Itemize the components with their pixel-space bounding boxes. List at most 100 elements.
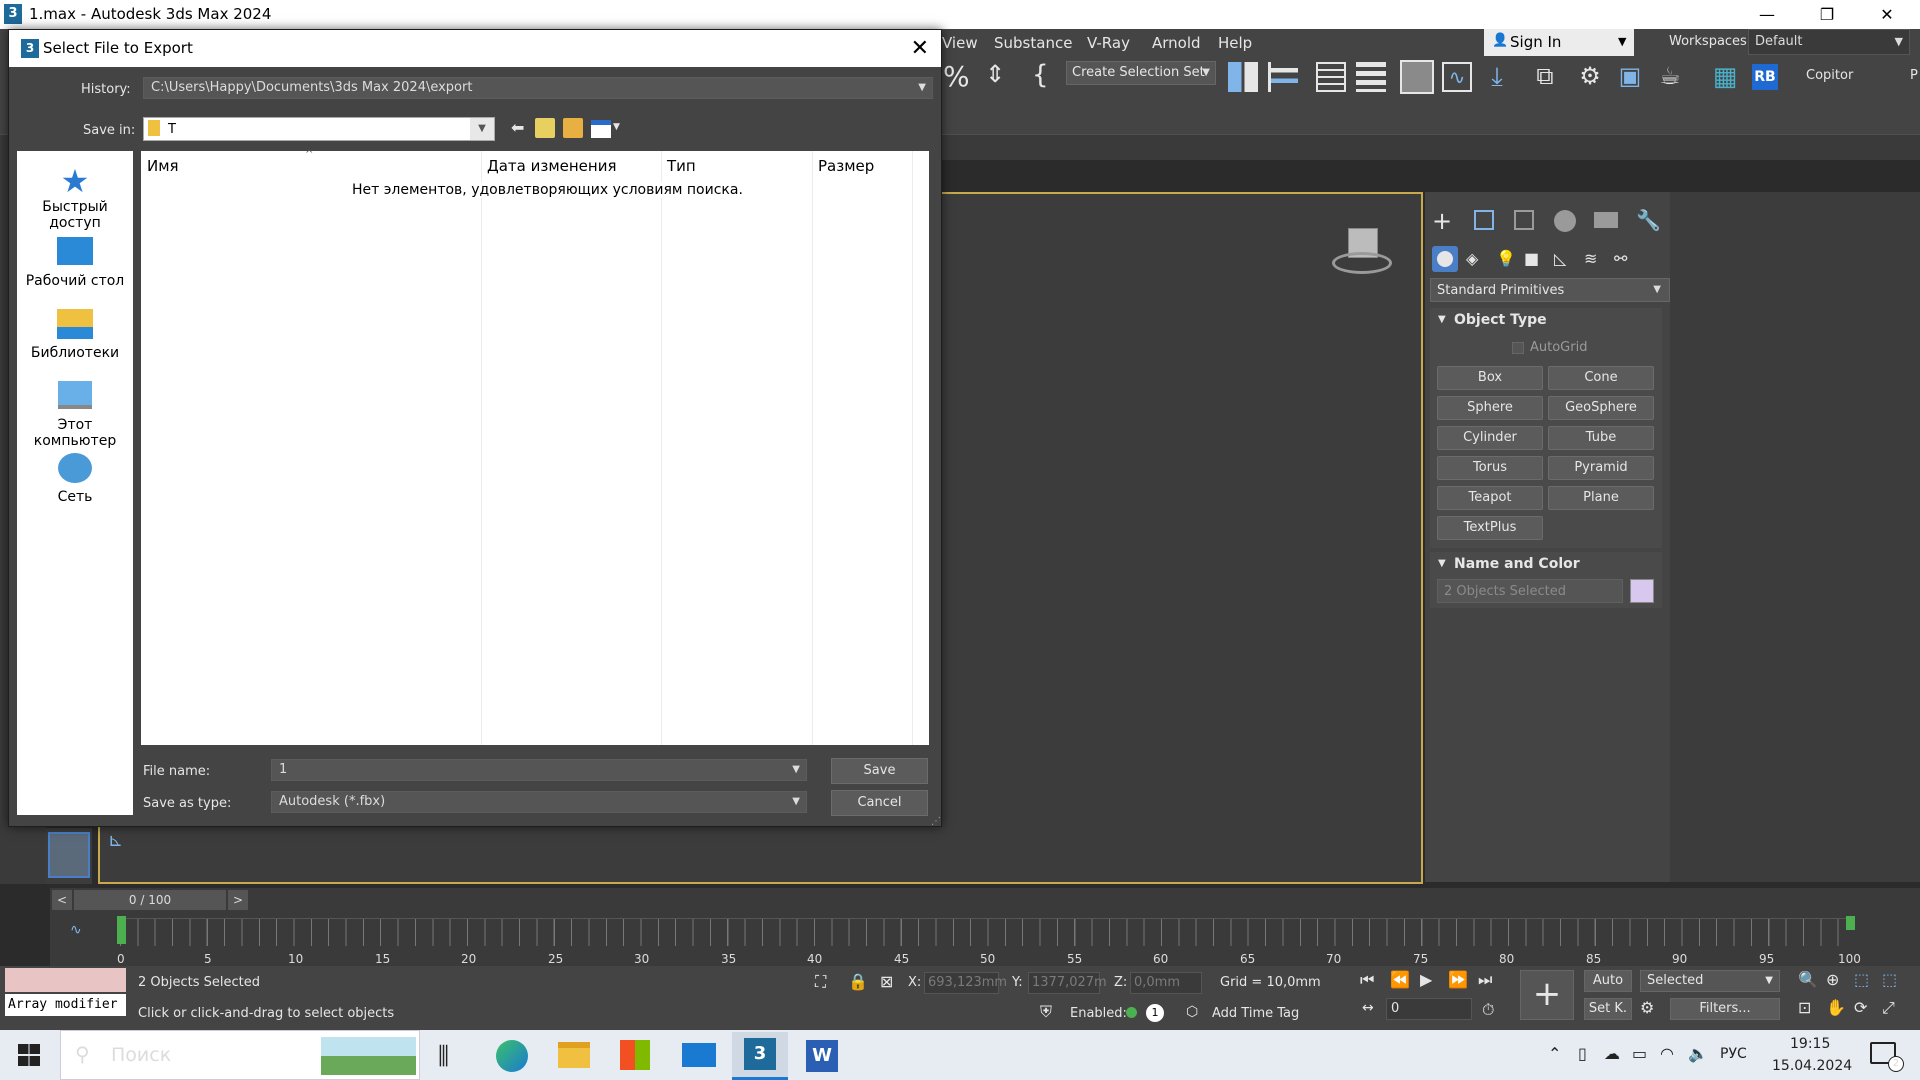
- rb-plugin-button[interactable]: RB: [1752, 64, 1778, 90]
- save-in-dropdown[interactable]: T ▼: [143, 117, 495, 141]
- zoom-extents-icon[interactable]: ⬚: [1854, 970, 1869, 989]
- mail-icon[interactable]: [682, 1043, 716, 1067]
- systems-category-icon[interactable]: ⚯: [1614, 249, 1627, 268]
- input-language[interactable]: РУС: [1720, 1046, 1747, 1062]
- y-coord-field[interactable]: 1377,027m: [1028, 972, 1107, 994]
- place-libraries[interactable]: Библиотеки: [17, 309, 133, 361]
- x-coord-field[interactable]: 693,123mm: [924, 972, 1007, 994]
- z-coord-field[interactable]: 0,0mm: [1130, 972, 1202, 994]
- geometry-category-icon[interactable]: [1432, 246, 1458, 272]
- schematic-view-icon[interactable]: ⧉: [1530, 62, 1560, 92]
- rendered-frame-window-icon[interactable]: ▣: [1615, 62, 1645, 92]
- cone-button[interactable]: Cone: [1548, 366, 1654, 390]
- object-name-field[interactable]: 2 Objects Selected: [1437, 579, 1623, 603]
- maxscript-listener-pink[interactable]: [5, 968, 126, 992]
- viewcube-icon[interactable]: [1332, 228, 1392, 282]
- textplus-button[interactable]: TextPlus: [1437, 516, 1543, 540]
- menu-arnold[interactable]: Arnold: [1152, 34, 1201, 52]
- column-header-name[interactable]: Имя: [147, 157, 179, 175]
- previous-frame-icon[interactable]: ⏪: [1390, 970, 1410, 989]
- menu-substance[interactable]: Substance: [994, 34, 1072, 52]
- tray-chevron-up-icon[interactable]: ⌃: [1548, 1044, 1561, 1063]
- minimize-button[interactable]: —: [1744, 0, 1790, 29]
- menu-vray[interactable]: V-Ray: [1087, 34, 1130, 52]
- maximize-viewport-icon[interactable]: ⤢: [1882, 998, 1895, 1018]
- cancel-button[interactable]: Cancel: [831, 790, 928, 816]
- pyramid-button[interactable]: Pyramid: [1548, 456, 1654, 480]
- history-dropdown[interactable]: C:\Users\Happy\Documents\3ds Max 2024\ex…: [143, 77, 933, 99]
- tray-device-icon[interactable]: ▯: [1578, 1044, 1587, 1063]
- absolute-mode-icon[interactable]: ⊠: [880, 972, 893, 991]
- file-name-field[interactable]: 1 ▼: [271, 759, 807, 781]
- spinner-snap-icon[interactable]: ⇕: [985, 60, 1017, 92]
- zoom-icon[interactable]: 🔍: [1798, 970, 1818, 989]
- time-prev-button[interactable]: <: [52, 890, 72, 910]
- torus-button[interactable]: Torus: [1437, 456, 1543, 480]
- volume-icon[interactable]: 🔈: [1688, 1044, 1708, 1063]
- dialog-close-icon[interactable]: ✕: [911, 36, 929, 61]
- toolbar-p-button[interactable]: P: [1910, 68, 1918, 83]
- mirror-icon[interactable]: [1228, 62, 1258, 92]
- new-folder-icon[interactable]: [563, 118, 583, 138]
- column-header-type[interactable]: Тип: [667, 157, 696, 175]
- next-frame-icon[interactable]: ⏩: [1448, 970, 1468, 989]
- save-button[interactable]: Save: [831, 758, 928, 784]
- key-mode-dropdown[interactable]: Selected ▼: [1640, 970, 1780, 992]
- zoom-all-icon[interactable]: ⊕: [1826, 970, 1839, 989]
- enabled-indicator[interactable]: [1126, 1007, 1137, 1018]
- place-network[interactable]: Сеть: [17, 453, 133, 505]
- create-selection-set-dropdown[interactable]: Create Selection Set ▼: [1066, 61, 1216, 85]
- time-next-button[interactable]: >: [228, 890, 248, 910]
- set-key-button[interactable]: Set K.: [1584, 998, 1632, 1020]
- plane-button[interactable]: Plane: [1548, 486, 1654, 510]
- display-tab-icon[interactable]: [1594, 212, 1618, 228]
- hierarchy-tab-icon[interactable]: [1514, 210, 1534, 230]
- clock-date[interactable]: 15.04.2024: [1772, 1058, 1852, 1074]
- primitives-dropdown[interactable]: Standard Primitives ▼: [1430, 278, 1670, 302]
- workspace-select[interactable]: Default ▼: [1748, 29, 1910, 55]
- back-arrow-icon[interactable]: ⬅: [511, 118, 524, 137]
- render-production-icon[interactable]: ☕: [1655, 62, 1685, 92]
- file-explorer-icon[interactable]: [558, 1042, 590, 1068]
- close-window-button[interactable]: ✕: [1864, 0, 1910, 29]
- curve-editor-icon[interactable]: ∿: [1442, 62, 1472, 92]
- go-to-end-icon[interactable]: ⏭: [1478, 970, 1492, 990]
- file-list[interactable]: Имя ^ Дата изменения Тип Размер Нет элем…: [141, 149, 929, 745]
- info-badge-icon[interactable]: 1: [1146, 1004, 1164, 1022]
- windows-start-icon[interactable]: [18, 1044, 40, 1066]
- notification-center-icon[interactable]: 2: [1870, 1042, 1904, 1072]
- place-desktop[interactable]: Рабочий стол: [17, 237, 133, 289]
- named-selection-icon[interactable]: {: [1032, 60, 1062, 92]
- shapes-category-icon[interactable]: ◈: [1466, 249, 1478, 268]
- key-filters-icon[interactable]: ⚙: [1640, 998, 1654, 1017]
- save-as-type-dropdown[interactable]: Autodesk (*.fbx) ▼: [271, 791, 807, 813]
- cylinder-button[interactable]: Cylinder: [1437, 426, 1543, 450]
- grid-layout-icon[interactable]: ▦: [1710, 62, 1740, 92]
- tube-button[interactable]: Tube: [1548, 426, 1654, 450]
- menu-help[interactable]: Help: [1218, 34, 1252, 52]
- column-header-date[interactable]: Дата изменения: [487, 157, 617, 175]
- name-color-header[interactable]: ▼ Name and Color: [1432, 552, 1660, 576]
- align-icon[interactable]: [1268, 62, 1298, 92]
- clock-time[interactable]: 19:15: [1790, 1036, 1830, 1052]
- lock-selection-icon[interactable]: 🔒: [848, 972, 868, 991]
- taskbar-search[interactable]: ⚲ Поиск: [60, 1030, 420, 1080]
- adaptive-degradation-icon[interactable]: ⛨: [1040, 1002, 1052, 1022]
- current-frame-field[interactable]: 0: [1386, 998, 1472, 1020]
- helpers-category-icon[interactable]: ◺: [1554, 249, 1566, 268]
- render-setup-icon[interactable]: ⚙: [1575, 62, 1605, 92]
- view-menu-icon[interactable]: [591, 120, 611, 138]
- place-this-pc[interactable]: Этот компьютер: [17, 381, 133, 449]
- viewport-layout-tab[interactable]: [46, 828, 92, 884]
- onedrive-cloud-icon[interactable]: ☁: [1604, 1044, 1620, 1063]
- wifi-icon[interactable]: ◠: [1660, 1044, 1674, 1063]
- filters-button[interactable]: Filters...: [1670, 998, 1780, 1020]
- pan-icon[interactable]: ✋: [1826, 998, 1846, 1017]
- motion-tab-icon[interactable]: [1554, 210, 1576, 232]
- go-to-start-icon[interactable]: ⏮: [1360, 970, 1374, 990]
- time-slider[interactable]: 0 / 100: [74, 890, 226, 910]
- modify-tab-icon[interactable]: [1474, 210, 1494, 230]
- word-icon[interactable]: W: [806, 1040, 838, 1072]
- scene-explorer-icon[interactable]: [1316, 62, 1346, 92]
- time-config-icon[interactable]: ↔: [1362, 1000, 1374, 1016]
